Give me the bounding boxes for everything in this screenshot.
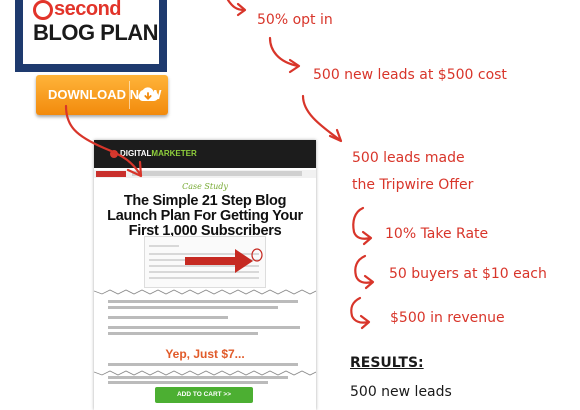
results-line: 500 new leads xyxy=(350,384,452,400)
funnel-arrows xyxy=(64,0,375,330)
funnel-step-tripwire: the Tripwire Offer xyxy=(352,177,474,193)
arrow-icon xyxy=(301,94,343,143)
funnel-step-opt-in: 50% opt in xyxy=(257,12,333,28)
arrow-icon xyxy=(354,254,375,290)
arrow-icon xyxy=(226,0,247,17)
arrow-icon xyxy=(350,296,371,330)
results-title: RESULTS: xyxy=(350,355,424,371)
arrow-icon xyxy=(352,206,373,246)
funnel-step-buyers: 50 buyers at $10 each xyxy=(389,266,547,282)
funnel-step-new-leads: 500 new leads at $500 cost xyxy=(313,67,507,83)
arrow-icon xyxy=(64,104,143,178)
funnel-step-leads-made: 500 leads made xyxy=(352,150,465,166)
funnel-step-revenue: $500 in revenue xyxy=(390,310,505,326)
funnel-step-take-rate: 10% Take Rate xyxy=(385,226,489,242)
arrow-icon xyxy=(268,36,301,74)
